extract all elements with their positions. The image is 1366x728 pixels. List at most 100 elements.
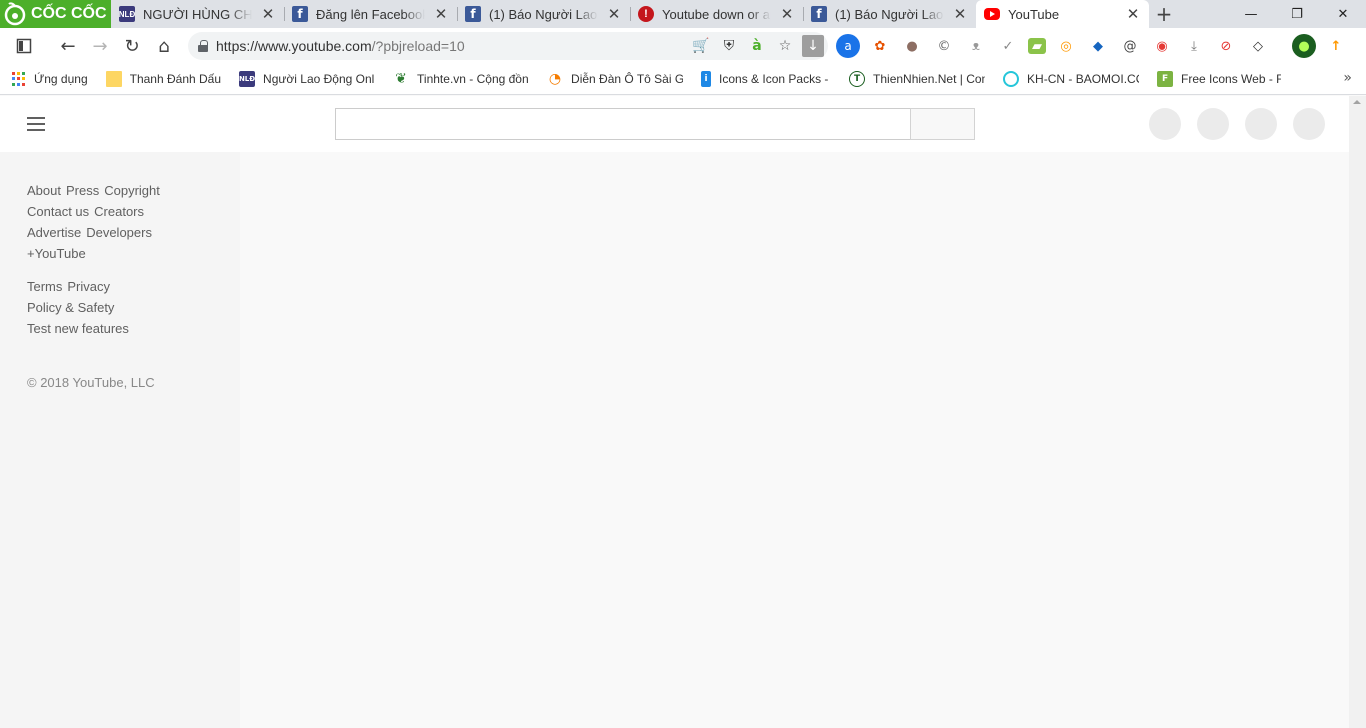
close-window-button[interactable]: ✕ <box>1320 0 1366 28</box>
copyright-link[interactable]: Copyright <box>104 183 160 198</box>
bookmark-iconpacks[interactable]: i Icons & Icon Packs - I <box>701 71 831 87</box>
apps-placeholder-icon[interactable] <box>1197 108 1229 140</box>
guide-line: Advertise Developers <box>27 222 240 243</box>
bookmark-label: ThienNhien.Net | Con <box>873 72 986 86</box>
restore-button[interactable]: ❐ <box>1274 0 1320 28</box>
thiennhien-icon: T <box>849 71 866 87</box>
ext-green-dot-icon[interactable]: ● <box>1292 34 1316 58</box>
scroll-up-arrow-icon[interactable] <box>1353 100 1361 104</box>
bookmark-baomoi[interactable]: KH-CN - BAOMOI.COM <box>1003 71 1139 87</box>
bookmark-freeicons[interactable]: F Free Icons Web - Free <box>1157 71 1281 87</box>
ext-flower-icon[interactable]: ✿ <box>868 34 892 58</box>
minimize-button[interactable]: — <box>1228 0 1274 28</box>
bookmark-tinhte[interactable]: ❦ Tinhte.vn - Cộng đồng <box>393 71 529 87</box>
tab-title: Youtube down or app <box>662 6 771 22</box>
forward-button[interactable]: → <box>84 32 116 60</box>
swirl-icon: ◔ <box>548 71 562 87</box>
youtube-icon <box>984 8 1000 20</box>
coccoc-logo-icon <box>4 2 26 26</box>
notifications-placeholder-icon[interactable] <box>1245 108 1277 140</box>
download-arrow-icon[interactable]: ↓ <box>802 35 824 57</box>
create-placeholder-icon[interactable] <box>1149 108 1181 140</box>
bookmark-otosaigon[interactable]: ◔ Diễn Đàn Ô Tô Sài Gòn <box>547 71 683 87</box>
close-icon[interactable]: ✕ <box>779 5 795 23</box>
ext-block-icon[interactable]: ⊘ <box>1214 34 1238 58</box>
ext-cat-icon[interactable]: ᴥ <box>964 34 988 58</box>
press-link[interactable]: Press <box>66 183 99 198</box>
tab-4[interactable]: ! Youtube down or app ✕ <box>630 0 803 28</box>
search-button[interactable] <box>910 108 975 140</box>
contact-link[interactable]: Contact us <box>27 204 89 219</box>
ext-a-icon[interactable]: a <box>836 34 860 58</box>
facebook-icon: f <box>292 6 308 22</box>
shopping-cart-icon[interactable]: 🛒 <box>690 35 712 57</box>
update-arrow-icon[interactable]: ↑ <box>1324 34 1348 58</box>
avatar[interactable] <box>1293 108 1325 140</box>
reload-button[interactable]: ↻ <box>116 32 148 60</box>
nld-icon: NLĐ <box>239 71 255 87</box>
guide-links-group-1: About Press Copyright Contact us Creators A… <box>27 180 240 264</box>
folder-icon <box>105 71 122 87</box>
tab-1[interactable]: NLĐ NGƯỜI HÙNG CHỐNG ✕ <box>111 0 284 28</box>
tab-youtube-active[interactable]: YouTube ✕ <box>976 0 1149 28</box>
ext-at-icon[interactable]: @ <box>1118 34 1142 58</box>
ext-ring-icon[interactable]: ◎ <box>1054 34 1078 58</box>
ext-chat-icon[interactable]: ▰ <box>1028 38 1046 54</box>
ext-c-icon[interactable]: © <box>932 34 956 58</box>
more-bookmarks-chevron-icon[interactable]: » <box>1343 70 1352 86</box>
sidebar-toggle-icon[interactable] <box>8 32 40 60</box>
ext-cookie-icon[interactable]: ● <box>900 34 924 58</box>
developers-link[interactable]: Developers <box>86 225 152 240</box>
ext-check-icon[interactable]: ✓ <box>996 34 1020 58</box>
window-controls: — ❐ ✕ <box>1228 0 1366 28</box>
test-features-link[interactable]: Test new features <box>27 321 129 336</box>
iconpacks-icon: i <box>701 71 712 87</box>
search-input[interactable] <box>335 108 911 140</box>
bookmark-apps[interactable]: Ứng dụng <box>12 72 88 86</box>
ext-download-icon[interactable]: ⤓ <box>1182 34 1206 58</box>
advertise-link[interactable]: Advertise <box>27 225 81 240</box>
ext-eraser-icon[interactable]: ◇ <box>1246 34 1270 58</box>
close-icon[interactable]: ✕ <box>606 5 622 23</box>
url-host: https://www.youtube.com <box>216 38 372 54</box>
policy-safety-link[interactable]: Policy & Safety <box>27 300 114 315</box>
close-icon[interactable]: ✕ <box>433 5 449 23</box>
bookmark-label: Ứng dụng <box>34 72 88 86</box>
apps-grid-icon <box>12 72 26 86</box>
vietnamese-input-icon[interactable]: à <box>746 35 768 57</box>
back-button[interactable]: ← <box>52 32 84 60</box>
privacy-link[interactable]: Privacy <box>67 279 110 294</box>
guide-line: Terms Privacy <box>27 276 240 297</box>
about-link[interactable]: About <box>27 183 61 198</box>
page-scrollbar[interactable] <box>1349 96 1366 728</box>
bookmark-folder[interactable]: Thanh Đánh Dấu <box>105 71 221 87</box>
close-icon[interactable]: ✕ <box>260 5 276 23</box>
ext-chrome-icon[interactable]: ◉ <box>1150 34 1174 58</box>
guide-line: Contact us Creators <box>27 201 240 222</box>
home-button[interactable]: ⌂ <box>148 32 180 60</box>
browser-toolbar: ← → ↻ ⌂ https://www.youtube.com/?pbjrelo… <box>0 28 1366 64</box>
tab-2[interactable]: f Đăng lên Facebook ✕ <box>284 0 457 28</box>
close-icon[interactable]: ✕ <box>1125 5 1141 23</box>
guide-menu-icon[interactable] <box>27 117 45 131</box>
tab-5[interactable]: f (1) Báo Người Lao Động ✕ <box>803 0 976 28</box>
bookmarks-bar: Ứng dụng Thanh Đánh Dấu NLĐ Người Lao Độ… <box>0 64 1366 95</box>
tab-3[interactable]: f (1) Báo Người Lao Động ✕ <box>457 0 630 28</box>
warning-icon: ! <box>638 6 654 22</box>
tab-title: NGƯỜI HÙNG CHỐNG <box>143 6 252 22</box>
bookmark-thiennhien[interactable]: T ThienNhien.Net | Con <box>849 71 985 87</box>
plus-youtube-link[interactable]: +YouTube <box>27 246 86 261</box>
facebook-icon: f <box>465 6 481 22</box>
shield-icon[interactable]: ⛨ <box>718 35 740 57</box>
terms-link[interactable]: Terms <box>27 279 62 294</box>
address-bar[interactable]: https://www.youtube.com/?pbjreload=10 🛒 … <box>188 32 828 60</box>
bookmark-star-icon[interactable]: ☆ <box>774 35 796 57</box>
ext-diamond-icon[interactable]: ◆ <box>1086 34 1110 58</box>
creators-link[interactable]: Creators <box>94 204 144 219</box>
bookmark-label: Người Lao Động Online <box>263 72 375 86</box>
close-icon[interactable]: ✕ <box>952 5 968 23</box>
bookmark-nld[interactable]: NLĐ Người Lao Động Online <box>239 71 375 87</box>
new-tab-button[interactable]: + <box>1149 0 1179 28</box>
coccoc-menu-button[interactable]: CỐC CỐC <box>0 0 111 28</box>
tab-title: (1) Báo Người Lao Động <box>489 6 598 22</box>
